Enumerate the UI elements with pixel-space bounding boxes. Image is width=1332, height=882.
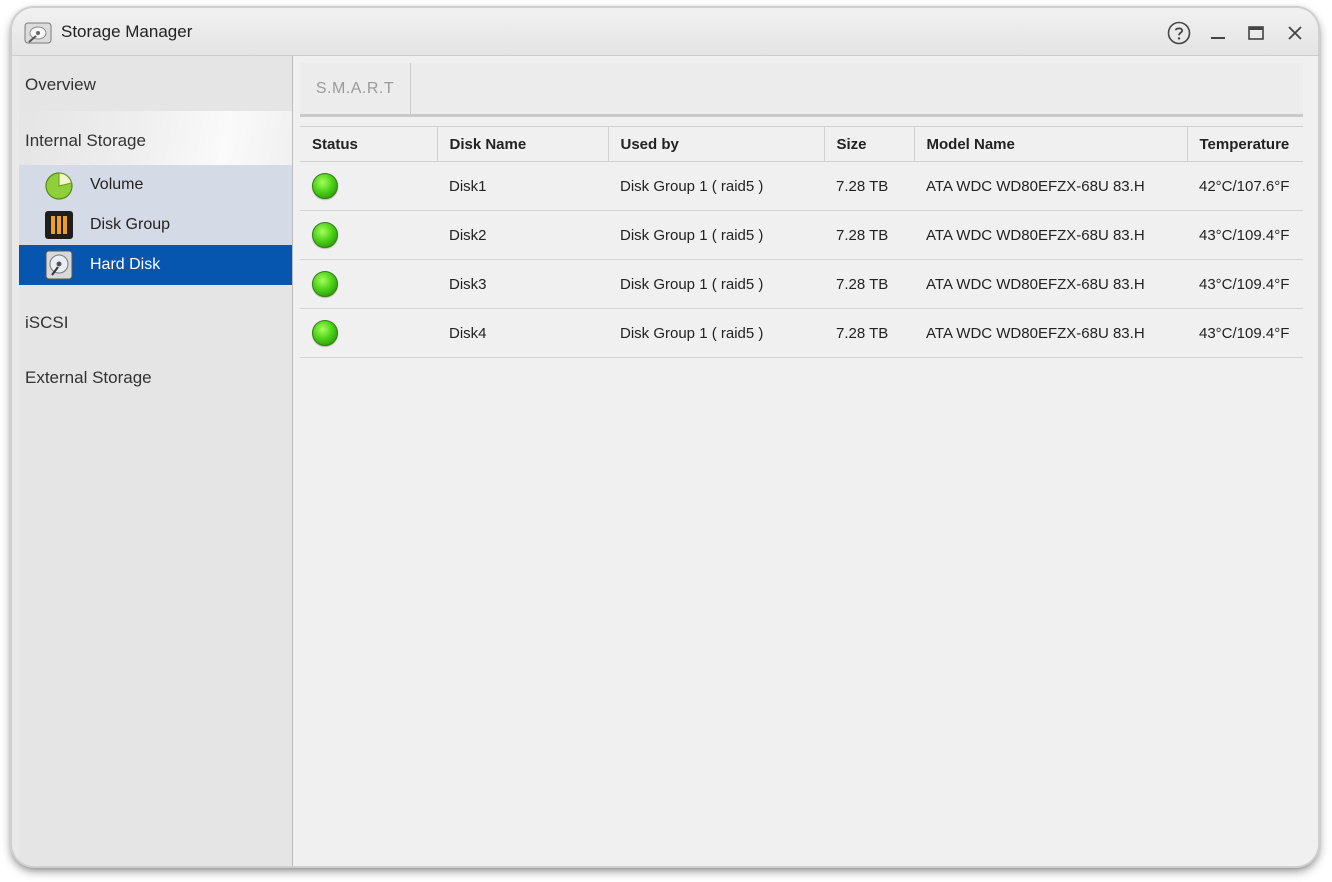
storage-manager-app-icon — [24, 20, 52, 46]
sidebar-item-volume[interactable]: Volume — [19, 165, 292, 205]
model-name-cell: ATA WDC WD80EFZX-68U 83.H — [914, 210, 1187, 260]
sidebar: Overview Internal Storage Volume Disk Gr… — [19, 56, 293, 866]
sidebar-item-overview[interactable]: Overview — [25, 75, 96, 95]
column-header-disk-name[interactable]: Disk Name — [436, 126, 608, 162]
status-cell — [300, 210, 437, 260]
volume-pie-icon — [44, 170, 74, 200]
maximize-icon[interactable] — [1243, 20, 1269, 46]
sidebar-item-disk-group[interactable]: Disk Group — [19, 205, 292, 245]
tab-smart[interactable]: S.M.A.R.T — [300, 63, 411, 114]
storage-manager-window: Storage Manager Overview Internal Storag… — [12, 8, 1318, 866]
status-healthy-icon — [312, 320, 338, 346]
sidebar-item-hard-disk[interactable]: Hard Disk — [19, 245, 292, 285]
internal-storage-subnav: Volume Disk Group Hard Disk — [19, 165, 292, 285]
close-icon[interactable] — [1282, 20, 1308, 46]
disk-name-cell: Disk2 — [437, 210, 608, 260]
sidebar-item-internal-storage[interactable]: Internal Storage — [25, 131, 146, 151]
tab-bar: S.M.A.R.T — [300, 63, 1303, 117]
sidebar-item-iscsi[interactable]: iSCSI — [25, 313, 68, 333]
status-cell — [300, 308, 437, 358]
column-header-used-by[interactable]: Used by — [607, 126, 824, 162]
size-cell: 7.28 TB — [824, 259, 914, 309]
model-name-cell: ATA WDC WD80EFZX-68U 83.H — [914, 161, 1187, 211]
size-cell: 7.28 TB — [824, 161, 914, 211]
disk-name-cell: Disk3 — [437, 259, 608, 309]
table-header-row: Status Disk Name Used by Size Model Name… — [300, 126, 1303, 162]
table-row[interactable]: Disk1 Disk Group 1 ( raid5 ) 7.28 TB ATA… — [300, 161, 1303, 211]
disk-group-icon — [44, 210, 74, 240]
column-header-temperature[interactable]: Temperature — [1186, 126, 1303, 162]
used-by-cell: Disk Group 1 ( raid5 ) — [608, 210, 824, 260]
status-cell — [300, 161, 437, 211]
used-by-cell: Disk Group 1 ( raid5 ) — [608, 308, 824, 358]
sidebar-item-label: Hard Disk — [90, 256, 161, 273]
window-title: Storage Manager — [61, 22, 193, 41]
model-name-cell: ATA WDC WD80EFZX-68U 83.H — [914, 308, 1187, 358]
disk-name-cell: Disk1 — [437, 161, 608, 211]
temperature-cell: 43°C/109.4°F — [1187, 259, 1303, 309]
temperature-cell: 43°C/109.4°F — [1187, 308, 1303, 358]
column-header-status[interactable]: Status — [300, 126, 437, 162]
status-healthy-icon — [312, 222, 338, 248]
sidebar-item-external-storage[interactable]: External Storage — [25, 368, 152, 388]
table-row[interactable]: Disk3 Disk Group 1 ( raid5 ) 7.28 TB ATA… — [300, 259, 1303, 309]
sidebar-section-internal-storage: Internal Storage — [19, 111, 292, 165]
table-row[interactable]: Disk2 Disk Group 1 ( raid5 ) 7.28 TB ATA… — [300, 210, 1303, 260]
sidebar-item-label: Volume — [90, 176, 144, 193]
used-by-cell: Disk Group 1 ( raid5 ) — [608, 161, 824, 211]
title-bar: Storage Manager — [12, 8, 1318, 56]
used-by-cell: Disk Group 1 ( raid5 ) — [608, 259, 824, 309]
temperature-cell: 42°C/107.6°F — [1187, 161, 1303, 211]
sidebar-item-label: Disk Group — [90, 216, 171, 233]
main-content: S.M.A.R.T Status Disk Name Used by Size … — [293, 56, 1318, 866]
status-healthy-icon — [312, 173, 338, 199]
column-header-model-name[interactable]: Model Name — [913, 126, 1187, 162]
hard-disk-icon — [44, 250, 74, 280]
model-name-cell: ATA WDC WD80EFZX-68U 83.H — [914, 259, 1187, 309]
minimize-icon[interactable] — [1205, 20, 1231, 46]
help-icon[interactable] — [1166, 20, 1192, 46]
column-header-size[interactable]: Size — [823, 126, 914, 162]
size-cell: 7.28 TB — [824, 210, 914, 260]
status-healthy-icon — [312, 271, 338, 297]
table-row[interactable]: Disk4 Disk Group 1 ( raid5 ) 7.28 TB ATA… — [300, 308, 1303, 358]
size-cell: 7.28 TB — [824, 308, 914, 358]
temperature-cell: 43°C/109.4°F — [1187, 210, 1303, 260]
hard-disk-table: Status Disk Name Used by Size Model Name… — [300, 126, 1303, 358]
status-cell — [300, 259, 437, 309]
disk-name-cell: Disk4 — [437, 308, 608, 358]
